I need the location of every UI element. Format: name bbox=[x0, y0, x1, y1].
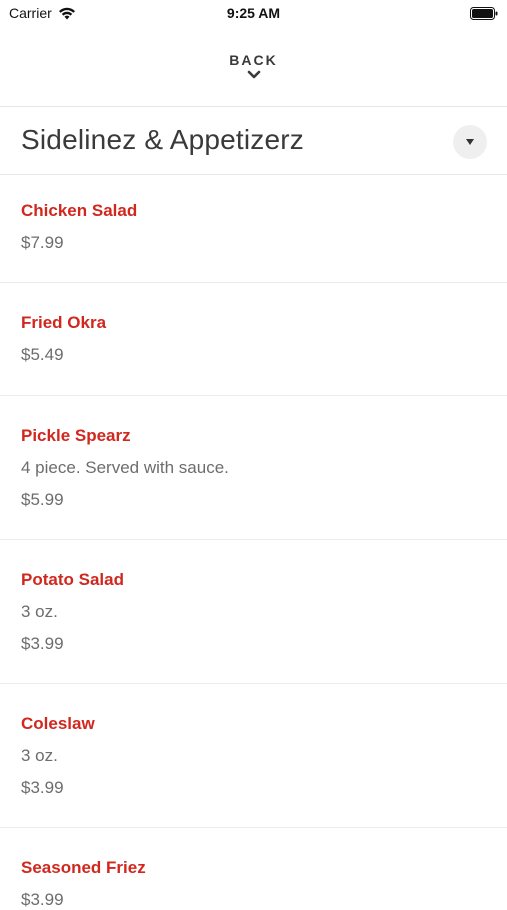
item-description: 4 piece. Served with sauce. bbox=[21, 458, 229, 477]
item-name: Fried Okra bbox=[21, 313, 107, 332]
item-name: Coleslaw bbox=[21, 714, 95, 733]
status-bar: Carrier 9:25 AM bbox=[0, 0, 507, 28]
menu-item[interactable]: Pickle Spearz 4 piece. Served with sauce… bbox=[0, 396, 507, 540]
item-name: Pickle Spearz bbox=[21, 426, 131, 445]
back-button[interactable]: BACK bbox=[0, 50, 507, 92]
item-name: Chicken Salad bbox=[21, 201, 138, 220]
category-divider bbox=[0, 174, 507, 175]
item-price: $7.99 bbox=[21, 233, 64, 252]
battery-icon bbox=[470, 7, 498, 20]
item-name: Potato Salad bbox=[21, 570, 124, 589]
category-title: Sidelinez & Appetizerz bbox=[21, 124, 305, 155]
item-name: Seasoned Friez bbox=[21, 858, 146, 877]
item-description: 3 oz. bbox=[21, 746, 58, 765]
menu-item[interactable]: Chicken Salad $7.99 bbox=[0, 176, 507, 283]
menu-item[interactable]: Coleslaw 3 oz. $3.99 bbox=[0, 684, 507, 828]
item-price: $3.99 bbox=[21, 890, 64, 909]
item-price: $5.49 bbox=[21, 345, 64, 364]
menu-item[interactable]: Potato Salad 3 oz. $3.99 bbox=[0, 540, 507, 684]
item-price: $5.99 bbox=[21, 490, 64, 509]
category-dropdown-button[interactable] bbox=[453, 125, 487, 159]
item-description: 3 oz. bbox=[21, 602, 58, 621]
clock: 9:25 AM bbox=[226, 5, 281, 21]
header-divider bbox=[0, 106, 507, 107]
item-price: $3.99 bbox=[21, 634, 64, 653]
back-label: BACK bbox=[229, 52, 278, 68]
menu-item[interactable]: Fried Okra $5.49 bbox=[0, 283, 507, 396]
chevron-down-icon bbox=[247, 70, 260, 79]
caret-down-icon bbox=[466, 139, 474, 145]
item-price: $3.99 bbox=[21, 778, 64, 797]
menu-item[interactable]: Seasoned Friez $3.99 bbox=[0, 828, 507, 909]
